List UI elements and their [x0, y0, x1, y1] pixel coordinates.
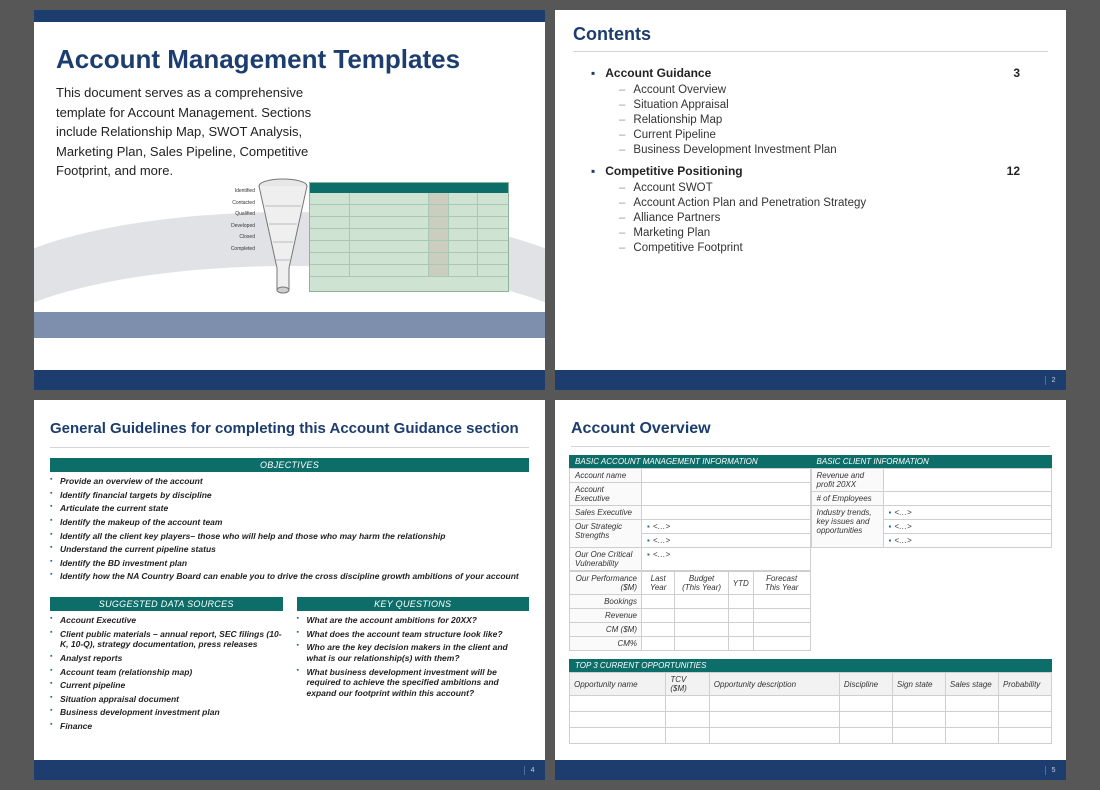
basic-account-table: BASIC ACCOUNT MANAGEMENT INFORMATION Acc…: [569, 455, 811, 651]
performance-table: Our Performance ($M) Last Year Budget (T…: [569, 571, 811, 651]
accent-band: [34, 312, 545, 338]
table-row: [570, 728, 1052, 744]
list-item: Identify all the client key players– tho…: [50, 531, 529, 542]
list-item: Understand the current pipeline status: [50, 544, 529, 555]
list-item: Who are the key decision makers in the c…: [297, 642, 530, 663]
slide-footer: 5: [555, 760, 1066, 780]
list-item: Articulate the current state: [50, 503, 529, 514]
slide-footer: [34, 370, 545, 390]
intro-text: This document serves as a comprehensive …: [34, 83, 354, 181]
table-header: BASIC ACCOUNT MANAGEMENT INFORMATION: [569, 455, 811, 468]
list-item: Situation appraisal document: [50, 694, 283, 705]
objectives-list: Provide an overview of the account Ident…: [50, 476, 529, 582]
box-header: SUGGESTED DATA SOURCES: [50, 597, 283, 611]
toc-subitem: –Competitive Footprint: [619, 242, 1020, 254]
toc-subitem: –Account SWOT: [619, 182, 1020, 194]
list-item: What business development investment wil…: [297, 667, 530, 699]
accent-bar: [34, 10, 545, 22]
bullet-icon: ▪: [591, 66, 595, 80]
list-item: Analyst reports: [50, 653, 283, 664]
table-row: [570, 696, 1052, 712]
toc: ▪ Account Guidance 3 –Account Overview –…: [555, 66, 1066, 257]
toc-section: ▪ Account Guidance 3: [591, 66, 1020, 80]
table-header: BASIC CLIENT INFORMATION: [811, 455, 1053, 468]
toc-section: ▪ Competitive Positioning 12: [591, 164, 1020, 178]
list-item: Identify the BD investment plan: [50, 558, 529, 569]
sources-list: Account Executive Client public material…: [50, 615, 283, 732]
slide-footer: 2: [555, 370, 1066, 390]
page-number: 2: [1052, 377, 1056, 384]
list-item: What are the account ambitions for 20XX?: [297, 615, 530, 626]
list-item: Identify the makeup of the account team: [50, 517, 529, 528]
toc-section-name: Account Guidance: [605, 66, 1013, 80]
bullet-icon: ▪: [591, 164, 595, 178]
toc-page-number: 3: [1013, 66, 1020, 80]
slide-title: Account Management Templates This docume…: [34, 10, 545, 390]
toc-subitem: –Relationship Map: [619, 114, 1020, 126]
list-item: Business development investment plan: [50, 707, 283, 718]
funnel-icon: [257, 178, 309, 296]
list-item: Account Executive: [50, 615, 283, 626]
slide-footer: 4: [34, 760, 545, 780]
box-header: KEY QUESTIONS: [297, 597, 530, 611]
page-title: Account Overview: [555, 400, 1066, 446]
basic-client-table: BASIC CLIENT INFORMATION Revenue and pro…: [811, 455, 1053, 651]
divider: [571, 446, 1050, 447]
toc-section-name: Competitive Positioning: [605, 164, 1006, 178]
divider: [50, 447, 529, 448]
box-header: OBJECTIVES: [50, 458, 529, 472]
objectives-box: OBJECTIVES Provide an overview of the ac…: [50, 458, 529, 585]
list-item: Finance: [50, 721, 283, 732]
page-title: General Guidelines for completing this A…: [34, 400, 545, 447]
list-item: Identify how the NA Country Board can en…: [50, 571, 529, 582]
table-row: [570, 712, 1052, 728]
toc-subitem: –Business Development Investment Plan: [619, 144, 1020, 156]
list-item: Identify financial targets by discipline: [50, 490, 529, 501]
divider: [573, 51, 1048, 52]
list-item: Provide an overview of the account: [50, 476, 529, 487]
slide-guidelines: General Guidelines for completing this A…: [34, 400, 545, 780]
page-title: Contents: [555, 10, 1066, 51]
slide-deck: Account Management Templates This docume…: [0, 0, 1100, 790]
page-number: 5: [1052, 767, 1056, 774]
toc-subitem: –Alliance Partners: [619, 212, 1020, 224]
toc-subitem: –Account Overview: [619, 84, 1020, 96]
toc-subitem: –Account Action Plan and Penetration Str…: [619, 197, 1020, 209]
toc-subitem: –Current Pipeline: [619, 129, 1020, 141]
slide-account-overview: Account Overview BASIC ACCOUNT MANAGEMEN…: [555, 400, 1066, 780]
sources-box: SUGGESTED DATA SOURCES Account Executive…: [50, 597, 283, 735]
toc-subitem: –Marketing Plan: [619, 227, 1020, 239]
funnel-stage-labels: Identified Contacted Qualified Developed…: [231, 186, 255, 255]
page-number: 4: [531, 767, 535, 774]
mini-table-graphic: [309, 182, 509, 292]
list-item: Current pipeline: [50, 680, 283, 691]
questions-box: KEY QUESTIONS What are the account ambit…: [297, 597, 530, 735]
table-header: TOP 3 CURRENT OPPORTUNITIES: [569, 659, 1052, 672]
toc-page-number: 12: [1007, 164, 1020, 178]
questions-list: What are the account ambitions for 20XX?…: [297, 615, 530, 698]
toc-subitem: –Situation Appraisal: [619, 99, 1020, 111]
list-item: Client public materials – annual report,…: [50, 629, 283, 650]
list-item: What does the account team structure loo…: [297, 629, 530, 640]
list-item: Account team (relationship map): [50, 667, 283, 678]
slide-contents: Contents ▪ Account Guidance 3 –Account O…: [555, 10, 1066, 390]
opportunities-table: TOP 3 CURRENT OPPORTUNITIES Opportunity …: [569, 659, 1052, 744]
page-title: Account Management Templates: [34, 22, 545, 83]
